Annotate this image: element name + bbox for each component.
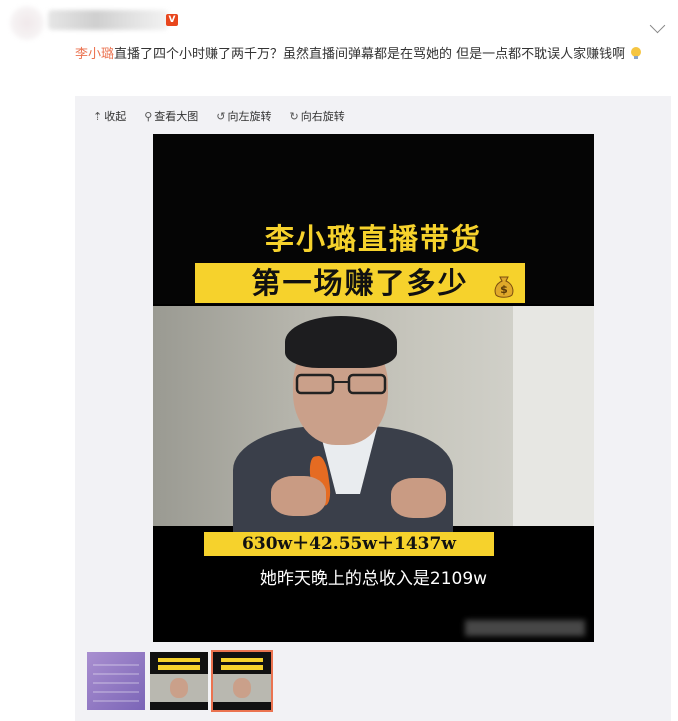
money-bag-icon: $ <box>494 276 514 298</box>
watermark-blurred <box>465 620 585 636</box>
view-large-button[interactable]: ⚲ 查看大图 <box>144 108 198 124</box>
glasses-icon <box>295 373 387 395</box>
whiteboard <box>513 306 594 526</box>
thumbnail-1[interactable] <box>87 652 145 710</box>
image-title-line1: 李小璐直播带货 <box>264 222 482 256</box>
username-blurred[interactable] <box>48 10 168 30</box>
rotate-right-label: 向右旋转 <box>300 110 345 123</box>
thumbnail-face <box>233 678 251 698</box>
magnifier-icon: ⚲ <box>144 109 153 123</box>
image-caption: 她昨天晚上的总收入是2109w <box>259 569 488 589</box>
speaker-hair <box>285 316 397 368</box>
thumbnail-title-bar <box>221 658 263 662</box>
collapse-label: 收起 <box>104 110 127 123</box>
rotate-right-button[interactable]: ↻ 向右旋转 <box>290 108 345 124</box>
right-hand <box>391 478 446 518</box>
thumbnail-face <box>170 678 188 698</box>
rotate-left-button[interactable]: ↺ 向左旋转 <box>216 108 271 124</box>
thumbnail-content <box>93 660 139 702</box>
thumbnail-title-bar <box>158 665 200 670</box>
left-hand <box>271 476 326 516</box>
rotate-left-label: 向左旋转 <box>227 110 272 123</box>
avatar[interactable] <box>10 6 44 40</box>
speaker-photo <box>153 306 594 536</box>
collapse-up-icon: ⇡ <box>93 109 103 123</box>
image-title-line2: 第一场赚了多少 <box>251 266 469 300</box>
view-large-label: 查看大图 <box>154 110 199 123</box>
image-toolbar: ⇡ 收起 ⚲ 查看大图 ↺ 向左旋转 ↻ 向右旋转 <box>93 108 345 124</box>
post-header: V <box>0 0 678 40</box>
thumbnail-3-selected[interactable] <box>211 650 273 712</box>
thumbnail-strip <box>87 650 273 712</box>
thumbnail-title-bar <box>158 658 200 662</box>
rotate-right-icon: ↻ <box>289 109 299 123</box>
thumbnail-title-bar <box>221 665 263 670</box>
main-image[interactable]: 李小璐直播带货 第一场赚了多少 $ 630w＋42.55w＋1437w 她昨天晚… <box>153 134 594 642</box>
mention-link[interactable]: 李小璐 <box>75 47 114 62</box>
rotate-left-icon: ↺ <box>216 109 226 123</box>
vip-badge-icon: V <box>166 14 178 26</box>
sum-text: 630w＋42.55w＋1437w <box>242 534 456 554</box>
bulb-face-icon <box>631 47 642 59</box>
thumbnail-2[interactable] <box>150 652 208 710</box>
media-panel: ⇡ 收起 ⚲ 查看大图 ↺ 向左旋转 ↻ 向右旋转 李小璐直播带货 第一场赚了多… <box>75 96 671 721</box>
chevron-down-icon[interactable] <box>649 17 666 34</box>
post-body: 直播了四个小时赚了两千万？虽然直播间弹幕都是在骂她的 但是一点都不耽误人家赚钱啊 <box>114 47 626 62</box>
svg-text:$: $ <box>500 283 508 296</box>
collapse-button[interactable]: ⇡ 收起 <box>93 108 126 124</box>
post-text: 李小璐直播了四个小时赚了两千万？虽然直播间弹幕都是在骂她的 但是一点都不耽误人家… <box>75 44 660 66</box>
